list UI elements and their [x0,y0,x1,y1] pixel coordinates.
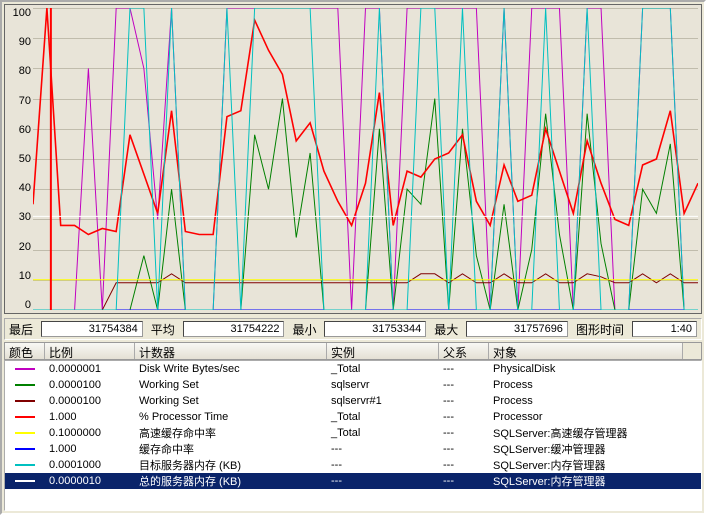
max-label: 最大 [434,321,458,338]
y-tick: 50 [19,153,31,165]
color-swatch [15,368,35,370]
color-swatch [15,480,35,482]
y-axis: 1009080706050403020100 [5,5,33,313]
perfmon-window: 1009080706050403020100 最后 31754384 平均 31… [0,0,706,515]
header-parent[interactable]: 父系 [439,343,489,359]
min-label: 最小 [292,321,316,338]
header-object[interactable]: 对象 [489,343,683,359]
chart-series-line [33,99,698,310]
min-value: 31753344 [324,321,426,337]
chart-plot[interactable] [33,8,698,310]
counter-row[interactable]: 0.0001000目标服务器内存 (KB)------SQLServer:内存管… [5,457,701,473]
header-counter[interactable]: 计数器 [135,343,327,359]
y-tick: 100 [13,7,31,19]
color-swatch [15,384,35,386]
chart-area: 1009080706050403020100 [4,4,702,314]
y-tick: 70 [19,95,31,107]
color-swatch [15,448,35,450]
y-tick: 80 [19,65,31,77]
header-color[interactable]: 颜色 [5,343,45,359]
duration-label: 图形时间 [576,321,624,338]
counter-row[interactable]: 0.0000001Disk Write Bytes/sec_Total---Ph… [5,361,701,377]
last-value: 31754384 [41,321,143,337]
chart-series-line [33,8,698,310]
counter-list[interactable]: 0.0000001Disk Write Bytes/sec_Total---Ph… [4,360,702,511]
header-scale[interactable]: 比例 [45,343,135,359]
y-tick: 0 [25,299,31,311]
avg-label: 平均 [151,321,175,338]
counter-row[interactable]: 0.1000000高速缓存命中率_Total---SQLServer:高速缓存管… [5,425,701,441]
counter-row[interactable]: 0.0000100Working Setsqlservr---Process [5,377,701,393]
max-value: 31757696 [466,321,568,337]
chart-series-line [33,8,698,235]
last-label: 最后 [9,321,33,338]
y-tick: 10 [19,270,31,282]
y-tick: 60 [19,124,31,136]
color-swatch [15,464,35,466]
chart-series-line [33,8,698,310]
counter-row[interactable]: 0.0000100Working Setsqlservr#1---Process [5,393,701,409]
counter-row[interactable]: 1.000% Processor Time_Total---Processor [5,409,701,425]
y-tick: 30 [19,211,31,223]
color-swatch [15,416,35,418]
avg-value: 31754222 [183,321,285,337]
y-tick: 40 [19,182,31,194]
duration-value: 1:40 [632,321,697,337]
stats-bar: 最后 31754384 平均 31754222 最小 31753344 最大 3… [4,318,702,340]
color-swatch [15,400,35,402]
y-tick: 20 [19,241,31,253]
counter-list-header[interactable]: 颜色比例计数器实例父系对象 [4,342,702,360]
header-instance[interactable]: 实例 [327,343,439,359]
counter-row[interactable]: 0.0000010总的服务器内存 (KB)------SQLServer:内存管… [5,473,701,489]
y-tick: 90 [19,36,31,48]
color-swatch [15,432,35,434]
counter-row[interactable]: 1.000缓存命中率------SQLServer:缓冲管理器 [5,441,701,457]
